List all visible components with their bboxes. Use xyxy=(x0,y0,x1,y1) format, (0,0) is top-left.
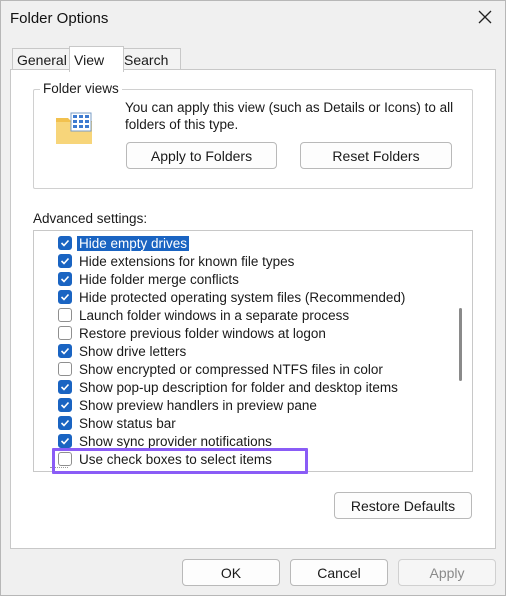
check-icon xyxy=(60,401,70,409)
tab-view[interactable]: View xyxy=(69,46,124,72)
checkbox[interactable] xyxy=(58,434,72,448)
list-item[interactable]: Show preview handlers in preview pane xyxy=(58,396,317,414)
list-item[interactable]: Hide folder merge conflicts xyxy=(58,270,239,288)
close-icon xyxy=(478,10,492,24)
checkbox[interactable] xyxy=(58,272,72,286)
tab-general[interactable]: General xyxy=(12,48,76,71)
checkbox[interactable] xyxy=(58,308,72,322)
folder-views-legend: Folder views xyxy=(40,81,122,96)
checkbox[interactable] xyxy=(58,380,72,394)
check-icon xyxy=(60,383,70,391)
checkbox[interactable] xyxy=(58,236,72,250)
reset-folders-button[interactable]: Reset Folders xyxy=(300,142,452,169)
check-icon xyxy=(60,275,70,283)
list-item[interactable]: Show status bar xyxy=(58,414,176,432)
list-item[interactable]: Restore previous folder windows at logon xyxy=(58,324,326,342)
cancel-button[interactable]: Cancel xyxy=(290,559,388,586)
checkbox[interactable] xyxy=(58,362,72,376)
checkbox[interactable] xyxy=(58,254,72,268)
advanced-settings-label: Advanced settings: xyxy=(33,211,148,226)
checkbox[interactable] xyxy=(58,416,72,430)
checkbox[interactable] xyxy=(58,290,72,304)
window-title: Folder Options xyxy=(10,10,109,27)
highlight-box xyxy=(52,448,308,474)
checkbox[interactable] xyxy=(58,344,72,358)
scrollbar-thumb[interactable] xyxy=(459,308,462,381)
check-icon xyxy=(60,257,70,265)
folder-views-description: You can apply this view (such as Details… xyxy=(125,100,454,132)
apply-button[interactable]: Apply xyxy=(398,559,496,586)
list-item[interactable]: Launch folder windows in a separate proc… xyxy=(58,306,349,324)
list-item[interactable]: Hide extensions for known file types xyxy=(58,252,294,270)
list-item[interactable]: Hide protected operating system files (R… xyxy=(58,288,405,306)
check-icon xyxy=(60,419,70,427)
apply-to-folders-button[interactable]: Apply to Folders xyxy=(126,142,277,169)
check-icon xyxy=(60,293,70,301)
list-item[interactable]: Show drive letters xyxy=(58,342,186,360)
checkbox[interactable] xyxy=(58,326,72,340)
folder-grid-icon xyxy=(54,110,94,146)
check-icon xyxy=(60,437,70,445)
advanced-settings-list[interactable]: Hide empty drives Hide extensions for kn… xyxy=(33,230,473,472)
list-item[interactable]: Show encrypted or compressed NTFS files … xyxy=(58,360,383,378)
list-item[interactable]: Show pop-up description for folder and d… xyxy=(58,378,398,396)
checkbox[interactable] xyxy=(58,398,72,412)
check-icon xyxy=(60,239,70,247)
close-button[interactable] xyxy=(472,4,498,30)
tab-search[interactable]: Search xyxy=(119,48,181,71)
check-icon xyxy=(60,347,70,355)
restore-defaults-button[interactable]: Restore Defaults xyxy=(334,492,472,519)
list-item[interactable]: Hide empty drives xyxy=(58,234,190,252)
ok-button[interactable]: OK xyxy=(182,559,280,586)
